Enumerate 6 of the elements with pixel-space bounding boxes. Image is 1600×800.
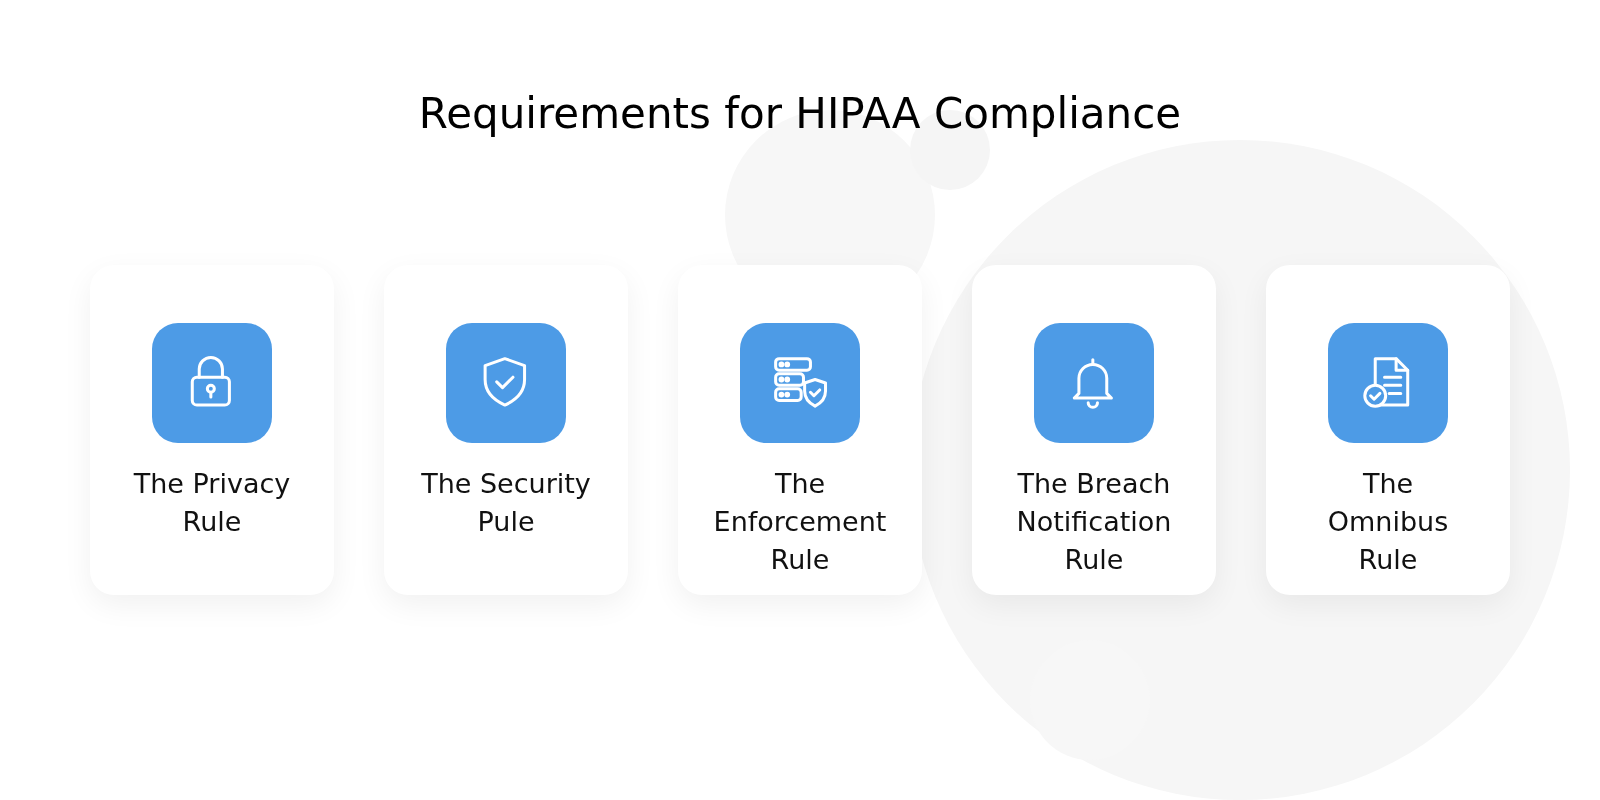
rule-label: The Omnibus Rule xyxy=(1327,467,1449,577)
rule-label: The Breach Notification Rule xyxy=(1016,467,1172,577)
page-title: Requirements for HIPAA Compliance xyxy=(418,88,1182,140)
rule-label: The Security Pule xyxy=(421,467,591,539)
rule-label: The Enforcement Rule xyxy=(713,467,887,577)
rule-label: The Privacy Rule xyxy=(133,467,291,539)
